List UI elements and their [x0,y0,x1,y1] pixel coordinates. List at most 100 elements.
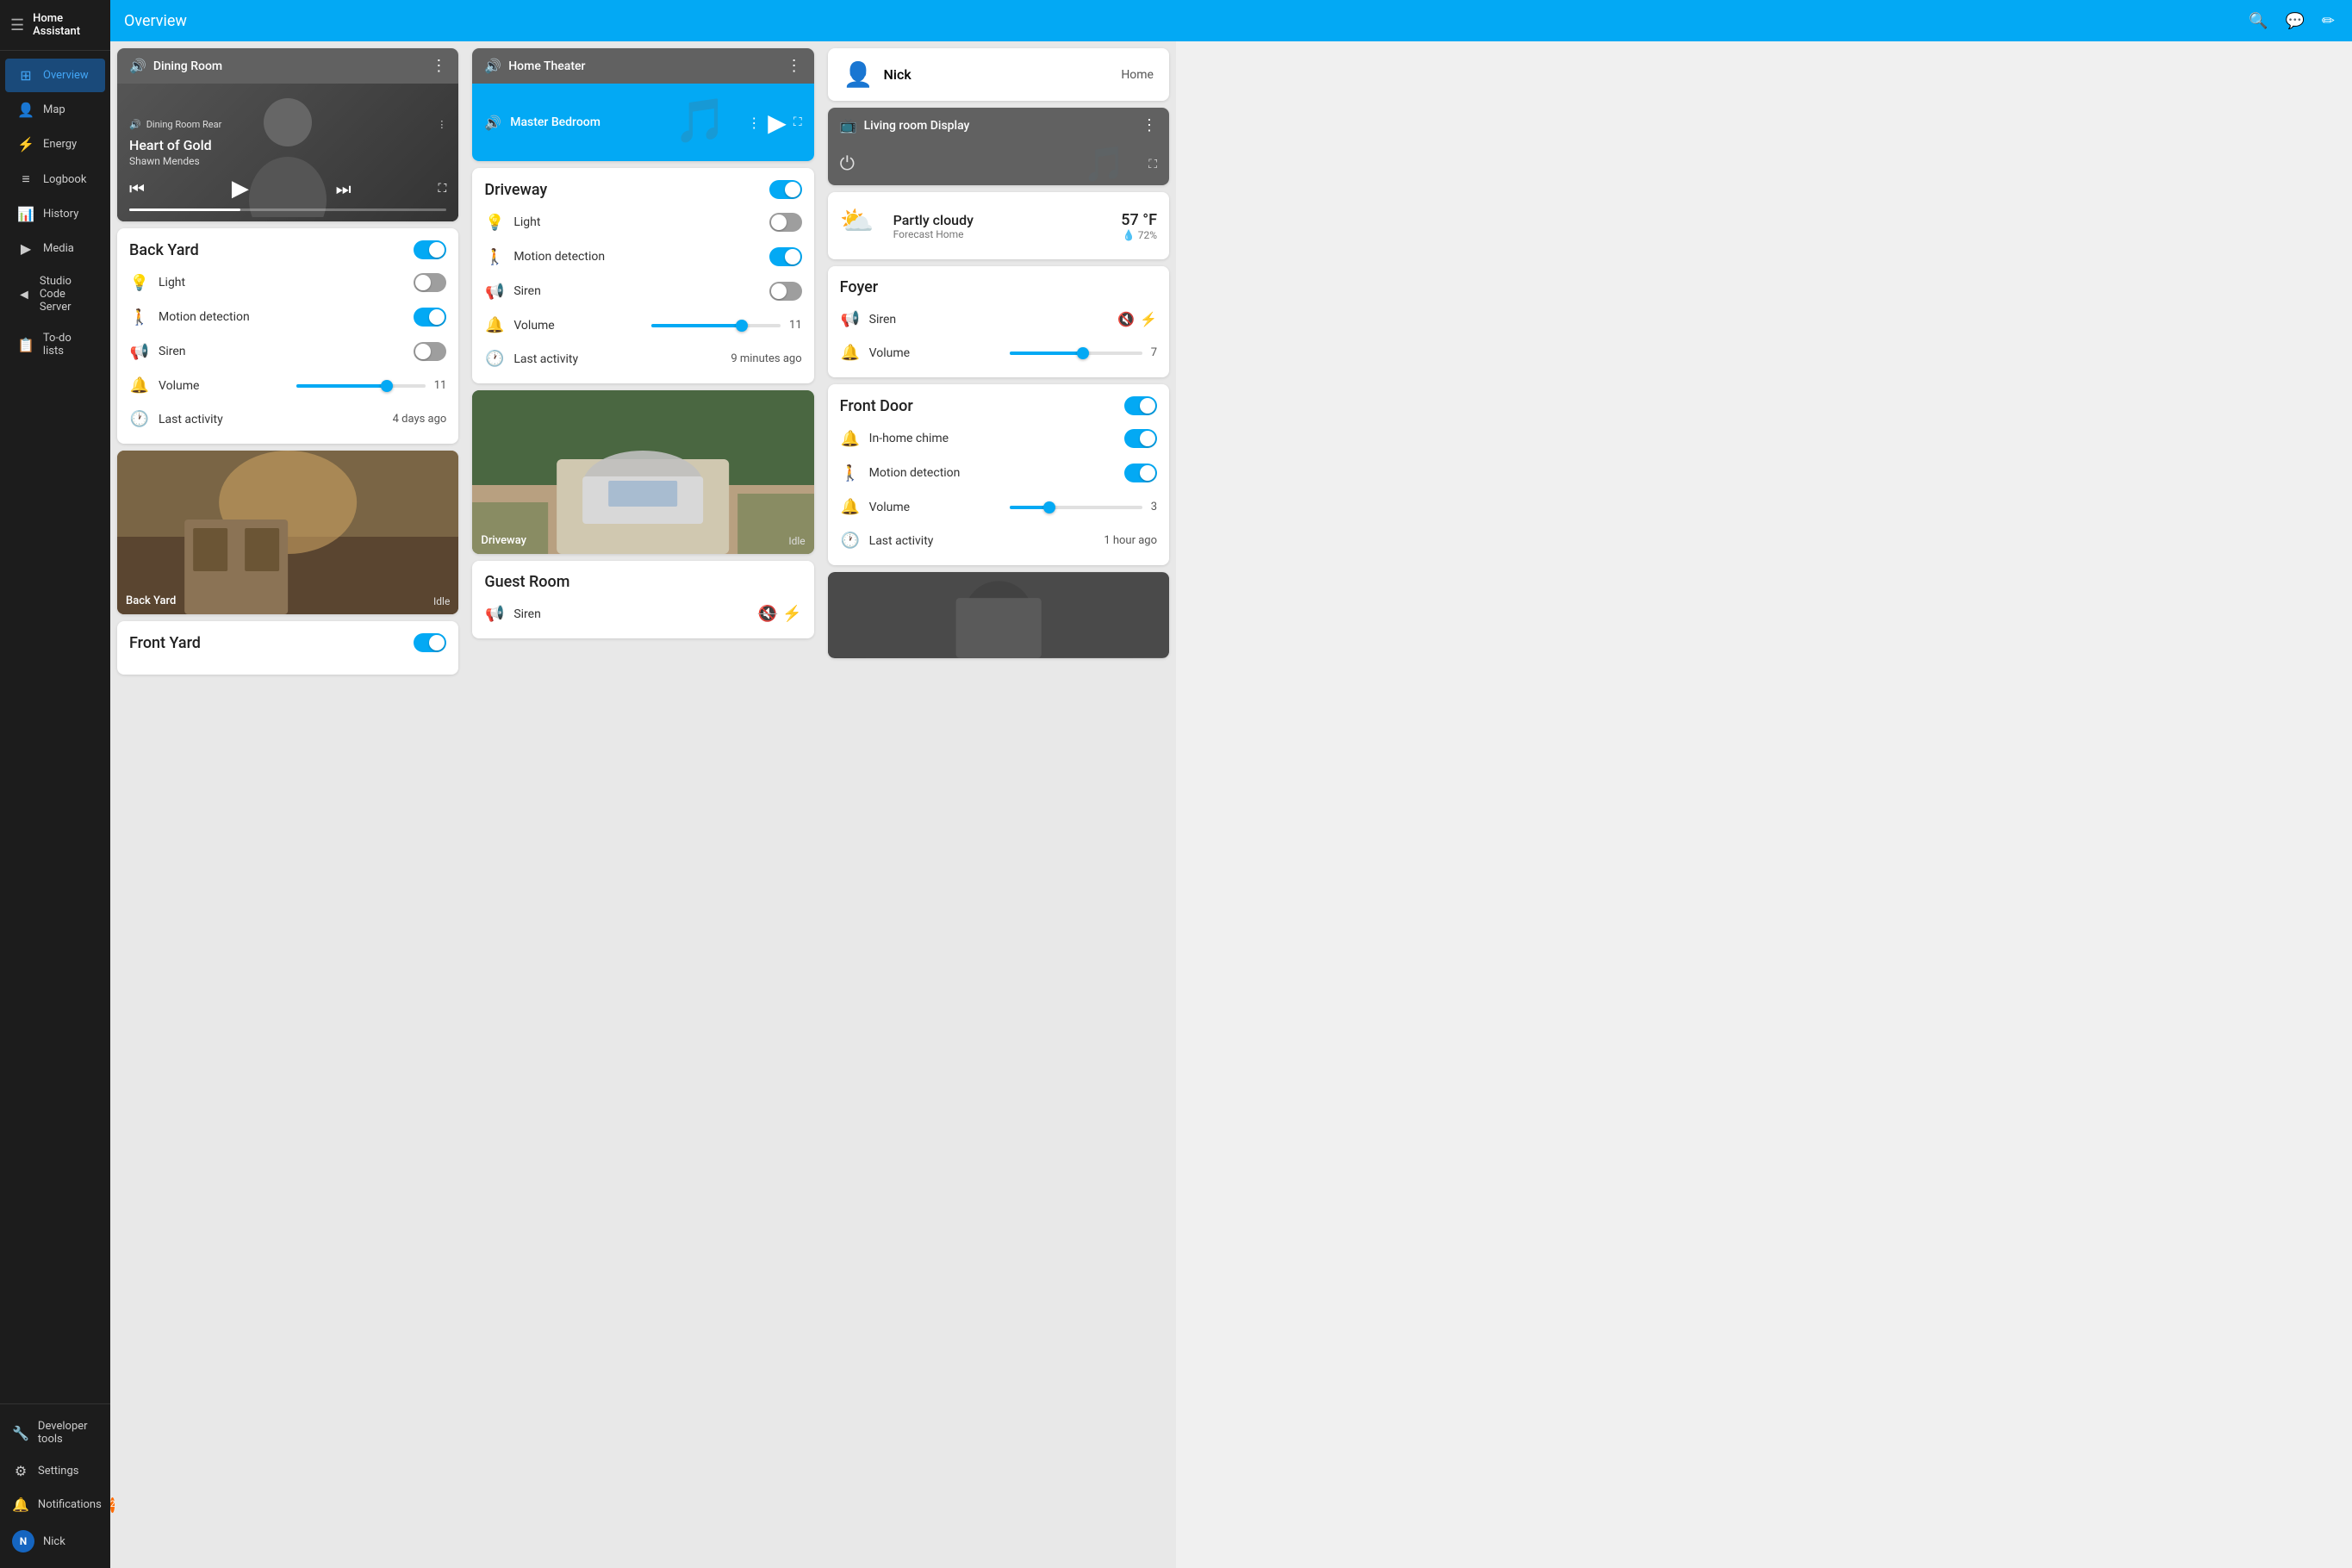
play-button[interactable]: ▶ [232,176,249,202]
driveway-slider-thumb [736,320,748,332]
foyer-volume-slider[interactable] [1010,352,1142,355]
dining-room-more-icon[interactable]: ⋮ [431,57,446,75]
living-room-power-icon[interactable]: ⏻ [840,153,855,175]
weather-icon: ⛅ [840,204,874,237]
driveway-motion-icon: 🚶 [484,248,505,266]
driveway-activity-label: Last activity [513,352,722,366]
guest-siren-label: Siren [513,607,749,621]
media-device-row: 🔊 Dining Room Rear ⋮ [129,119,446,130]
back-yard-slider-track [296,384,426,388]
sidebar-item-history[interactable]: 📊 History [5,197,105,231]
backyard-cam-svg [117,451,458,614]
history-icon: 📊 [17,206,34,222]
search-icon[interactable]: 🔍 [2245,9,2271,34]
sidebar-item-overview[interactable]: ⊞ Overview [5,59,105,92]
main-content: 🔊 Dining Room ⋮ 🔊 [110,41,1176,1568]
guest-room-siren-row: 📢 Siren 🔇 ⚡ [484,601,801,626]
guest-mute-icon[interactable]: 🔇 [758,605,777,623]
home-theater-more-icon[interactable]: ⋮ [787,57,802,75]
sidebar-item-devtools[interactable]: 🔧 Developer tools [0,1411,110,1454]
living-room-controls: ⏻ [840,153,855,175]
master-bedroom-play-button[interactable]: ▶ [768,109,787,137]
backyard-camera-card: Back Yard Idle [117,451,458,614]
home-theater-card: 🔊 Home Theater ⋮ 🔊 Master Bedroom 🎵 ⋮ ▶ … [472,48,813,161]
menu-icon[interactable]: ☰ [10,16,24,34]
foyer-alarm-icon[interactable]: ⚡ [1140,311,1157,327]
next-button[interactable]: ⏭ [336,178,352,199]
foyer-header: Foyer [840,278,1157,296]
weather-location: Forecast Home [893,228,1111,240]
front-door-chime-toggle[interactable] [1124,429,1157,448]
foyer-card: Foyer 📢 Siren 🔇 ⚡ 🔔 Volume [828,266,1169,377]
back-yard-siren-toggle[interactable] [414,342,446,361]
front-door-toggle[interactable] [1124,396,1157,415]
sidebar-item-settings[interactable]: ⚙ Settings [0,1454,110,1488]
guest-room-card: Guest Room 📢 Siren 🔇 ⚡ [472,561,813,638]
driveway-header: Driveway [484,180,801,199]
master-bedroom-more-icon[interactable]: ⋮ [747,115,761,131]
front-door-volume-slider[interactable] [1010,506,1142,509]
front-door-motion-toggle[interactable] [1124,464,1157,482]
dining-room-card: 🔊 Dining Room ⋮ 🔊 [117,48,458,221]
front-door-motion-row: 🚶 Motion detection [840,460,1157,486]
map-icon: 👤 [17,102,34,118]
home-theater-title: Home Theater [508,59,585,73]
sidebar-item-map[interactable]: 👤 Map [5,93,105,127]
back-yard-slider-fill [296,384,387,388]
front-door-chime-row: 🔔 In-home chime [840,426,1157,451]
siren-icon: 📢 [129,343,150,361]
sidebar-item-energy[interactable]: ⚡ Energy [5,128,105,161]
media-progress-bar[interactable] [129,208,446,211]
living-room-card: 📺 Living room Display ⋮ ⏻ 🎵 ⛶ [828,108,1169,185]
sidebar-item-studio[interactable]: ◄ Studio Code Server [5,266,105,322]
back-yard-volume-slider[interactable] [296,384,426,388]
driveway-light-toggle[interactable] [769,213,802,232]
living-room-fullscreen-icon[interactable]: ⛶ [1148,158,1157,171]
col3-camera-feed [828,572,1169,658]
dining-room-media: 🔊 Dining Room Rear ⋮ Heart of Gold Shawn… [117,84,458,221]
back-yard-toggle[interactable] [414,240,446,259]
guest-room-name: Guest Room [484,573,569,591]
user-status: Home [1121,68,1154,82]
foyer-siren-actions: 🔇 ⚡ [1117,311,1157,327]
sidebar-label-media: Media [43,242,74,255]
driveway-motion-toggle[interactable] [769,247,802,266]
media-more-icon[interactable]: ⋮ [437,119,446,130]
chat-icon[interactable]: 💬 [2281,9,2307,34]
guest-alarm-icon[interactable]: ⚡ [782,605,801,623]
foyer-name: Foyer [840,278,879,296]
foyer-mute-icon[interactable]: 🔇 [1117,311,1135,327]
driveway-toggle[interactable] [769,180,802,199]
fullscreen-icon[interactable]: ⛶ [438,182,446,196]
front-door-card: Front Door 🔔 In-home chime 🚶 Motion dete… [828,384,1169,565]
page-title: Overview [124,12,2235,30]
todo-icon: 📋 [17,337,34,353]
back-yard-motion-toggle[interactable] [414,308,446,327]
living-room-more-icon[interactable]: ⋮ [1142,116,1157,134]
weather-temp-container: 57 °F 💧 72% [1121,211,1157,241]
column-1: 🔊 Dining Room ⋮ 🔊 [110,41,465,1568]
front-door-header: Front Door [840,396,1157,415]
front-yard-toggle[interactable] [414,633,446,652]
sidebar-item-nick[interactable]: N Nick [0,1521,110,1561]
master-bedroom-fullscreen-icon[interactable]: ⛶ [793,115,802,129]
media-device-name: Dining Room Rear [146,119,222,130]
living-room-music-icon: 🎵 [1083,144,1126,184]
driveway-volume-label: Volume [513,319,643,333]
prev-button[interactable]: ⏮ [129,178,145,199]
driveway-volume-slider[interactable] [651,324,781,327]
front-door-volume-value: 3 [1151,501,1157,513]
back-yard-light-toggle[interactable] [414,273,446,292]
sidebar-label-notifications: Notifications [38,1498,102,1511]
sidebar-label-overview: Overview [43,69,89,82]
sidebar-item-logbook[interactable]: ≡ Logbook [5,162,105,196]
driveway-name: Driveway [484,181,547,199]
foyer-volume-row: 🔔 Volume 7 [840,340,1157,365]
driveway-activity-icon: 🕐 [484,350,505,368]
driveway-siren-toggle[interactable] [769,282,802,301]
sidebar-item-notifications[interactable]: 🔔 Notifications 2 [0,1488,110,1521]
edit-icon[interactable]: ✏ [2318,9,2338,34]
front-door-volume-row: 🔔 Volume 3 [840,495,1157,520]
sidebar-item-media[interactable]: ▶ Media [5,232,105,265]
sidebar-item-todo[interactable]: 📋 To-do lists [5,323,105,366]
